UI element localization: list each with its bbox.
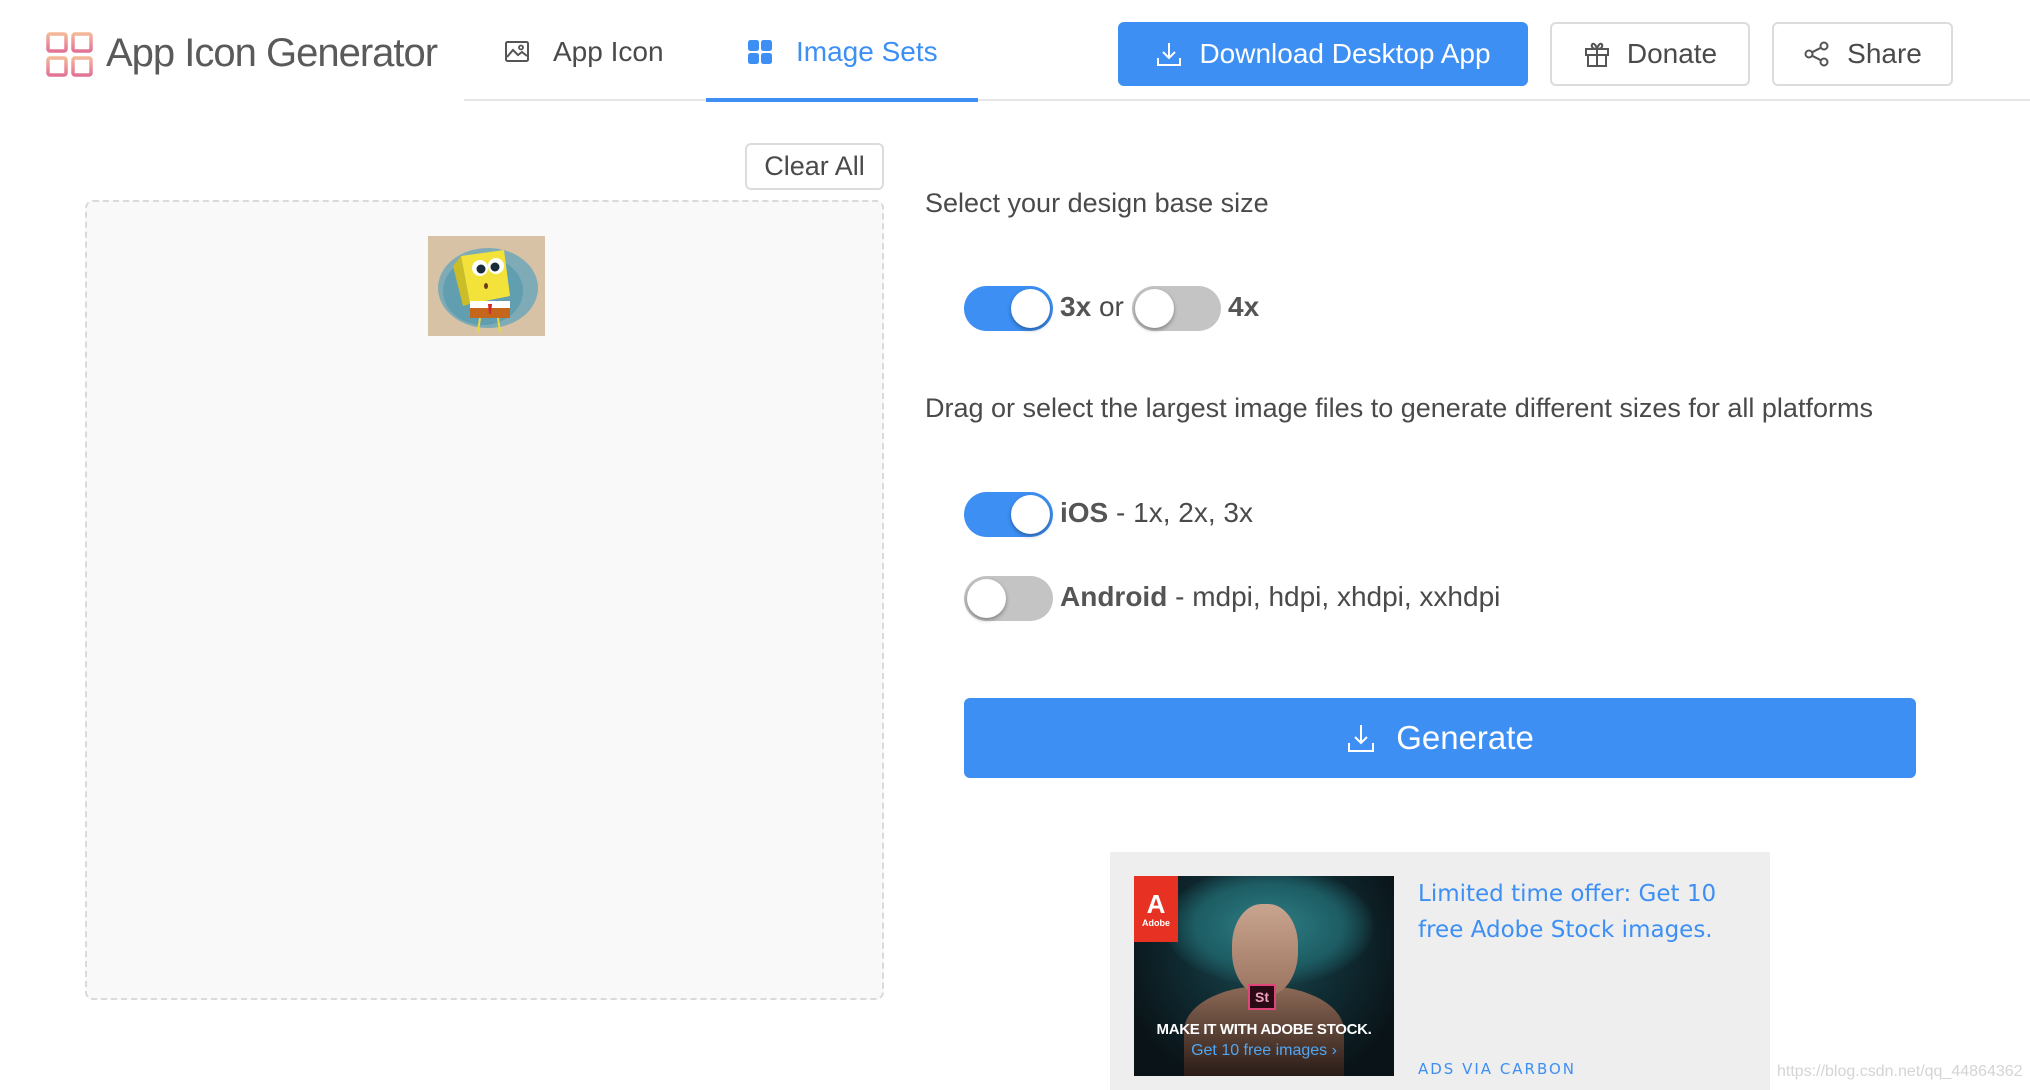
tab-app-icon[interactable]: App Icon <box>503 26 664 102</box>
share-icon <box>1804 41 1829 67</box>
app-logo-icon[interactable] <box>46 32 94 78</box>
toggle-knob <box>967 579 1006 618</box>
download-icon <box>1157 43 1182 66</box>
ad-image-face <box>1232 904 1298 996</box>
ad-text-link[interactable]: Limited time offer: Get 10 free Adobe St… <box>1418 876 1748 948</box>
tab-app-icon-label: App Icon <box>553 36 664 67</box>
image-icon <box>503 38 531 66</box>
toggle-knob <box>1011 289 1050 328</box>
platforms-label: Drag or select the largest image files t… <box>925 393 1873 423</box>
carbon-ad: A Adobe St MAKE IT WITH ADOBE STOCK. Get… <box>1110 852 1770 1090</box>
toggle-3x[interactable] <box>964 286 1053 331</box>
ads-via-carbon-link[interactable]: ADS VIA CARBON <box>1418 1060 1576 1078</box>
download-icon <box>1348 725 1375 752</box>
share-button[interactable]: Share <box>1772 22 1953 86</box>
generate-button[interactable]: Generate <box>964 698 1916 778</box>
download-desktop-app-label: Download Desktop App <box>1199 38 1491 69</box>
tabs-divider <box>464 99 2030 101</box>
android-label: Android - mdpi, hdpi, xhdpi, xxhdpi <box>1060 580 1500 614</box>
donate-button[interactable]: Donate <box>1550 22 1750 86</box>
active-tab-indicator <box>706 98 978 102</box>
toggle-knob <box>1135 289 1174 328</box>
toggle-4x[interactable] <box>1132 286 1221 331</box>
ad-image[interactable]: A Adobe St MAKE IT WITH ADOBE STOCK. Get… <box>1134 876 1394 1076</box>
uploaded-image-thumbnail[interactable] <box>428 236 545 336</box>
image-dropzone[interactable] <box>85 200 884 1000</box>
ios-name: iOS <box>1060 497 1109 528</box>
app-title: App Icon Generator <box>106 31 438 75</box>
toggle-ios[interactable] <box>964 492 1053 537</box>
tab-image-sets-label: Image Sets <box>796 36 938 67</box>
ad-image-cta: Get 10 free images › <box>1191 1042 1337 1059</box>
option-4x-text: 4x <box>1228 291 1260 322</box>
base-size-4x-label: 4x <box>1228 290 1259 324</box>
option-3x-text: 3x <box>1060 291 1092 322</box>
clear-all-button[interactable]: Clear All <box>745 143 884 190</box>
adobe-logo-text: Adobe <box>1142 918 1170 928</box>
gift-icon <box>1584 42 1609 67</box>
ios-label: iOS - 1x, 2x, 3x <box>1060 496 1253 530</box>
share-label: Share <box>1847 38 1922 69</box>
android-sizes: - mdpi, hdpi, xhdpi, xxhdpi <box>1167 581 1501 612</box>
download-desktop-app-button[interactable]: Download Desktop App <box>1118 22 1528 86</box>
base-size-label: Select your design base size <box>925 188 1269 218</box>
watermark: https://blog.csdn.net/qq_44864362 <box>1777 1063 2023 1080</box>
grid-icon <box>746 38 774 66</box>
ad-image-headline: MAKE IT WITH ADOBE STOCK. <box>1156 1021 1372 1038</box>
adobe-logo-icon: A Adobe <box>1134 876 1178 942</box>
tab-image-sets[interactable]: Image Sets <box>706 26 978 102</box>
or-text: or <box>1098 291 1124 322</box>
base-size-3x-label: 3x or <box>1060 290 1124 324</box>
generate-label: Generate <box>1396 719 1534 756</box>
adobe-stock-badge: St <box>1248 984 1276 1010</box>
android-name: Android <box>1060 581 1168 612</box>
toggle-knob <box>1011 495 1050 534</box>
ios-sizes: - 1x, 2x, 3x <box>1108 497 1253 528</box>
donate-label: Donate <box>1626 38 1718 69</box>
toggle-android[interactable] <box>964 576 1053 621</box>
